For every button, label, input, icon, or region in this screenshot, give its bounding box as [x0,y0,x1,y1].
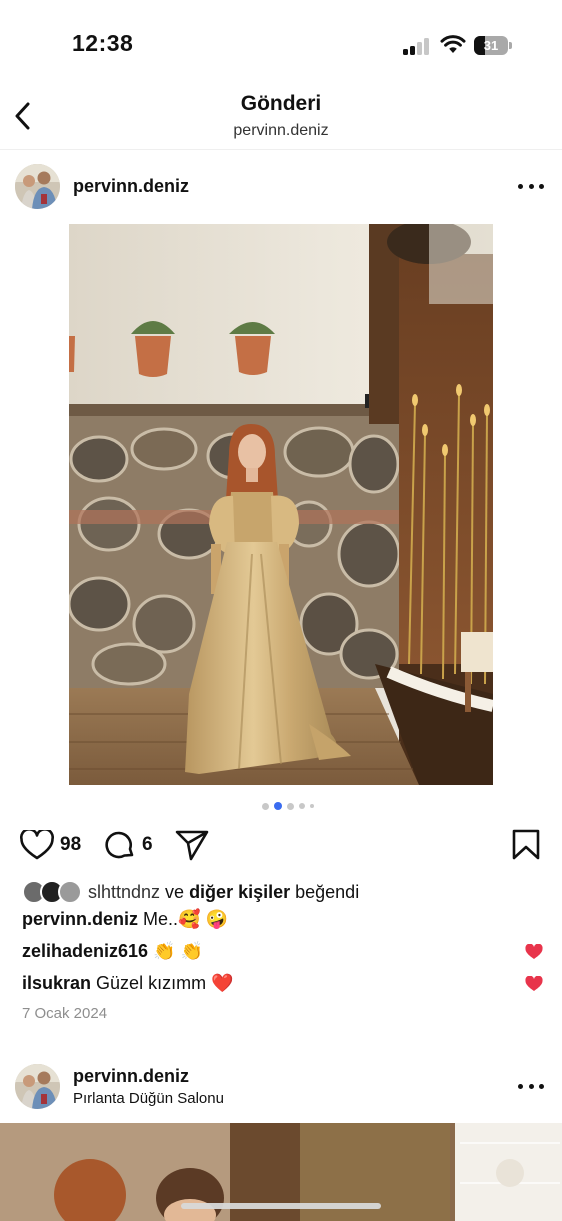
liked-by-suffix: beğendi [290,881,360,902]
heart-icon [20,830,54,860]
caption: pervinn.deniz Me..🥰 🤪 [22,909,228,930]
comment-username[interactable]: zelihadeniz616 [22,941,148,961]
carousel-indicator [262,802,314,810]
comment-icon [105,831,134,859]
comment-text: 👏 👏 [153,941,203,961]
comments-count: 6 [142,834,153,855]
more-options-button[interactable] [518,176,544,196]
status-time: 12:38 [72,30,134,56]
post-header: pervinn.deniz Pırlanta Düğün Salonu [0,1060,562,1114]
post-date: 7 Ocak 2024 [22,1005,108,1022]
liked-by-row[interactable]: slhttndnz ve diğer kişiler beğendi [22,878,359,906]
liked-by-user[interactable]: slhttndnz [88,882,160,903]
comment-username[interactable]: ilsukran [22,973,91,993]
bookmark-icon [512,829,540,860]
carousel-dot [287,802,294,810]
post-username[interactable]: pervinn.deniz [73,176,189,197]
share-button[interactable] [175,823,209,867]
post-username[interactable]: pervinn.deniz [73,1066,189,1087]
page-title: Gönderi [240,92,322,115]
carousel-dot-active [274,802,282,810]
avatar [58,880,82,904]
like-button[interactable]: 98 [20,823,81,867]
comment-button[interactable]: 6 [104,823,153,867]
status-bar: 12:38 31 [0,0,562,80]
caption-text: Me..🥰 🤪 [143,909,228,929]
post-image[interactable] [69,224,493,785]
liked-by-others[interactable]: diğer kişiler [189,882,290,903]
liked-by-avatars [22,879,88,905]
comment-like-icon[interactable] [525,944,543,960]
comment-text: Güzel kızımm ❤️ [96,973,234,993]
liked-by-connector: ve [160,881,190,902]
caption-username[interactable]: pervinn.deniz [22,909,138,929]
share-icon [175,830,209,861]
carousel-dot [299,803,305,809]
avatar[interactable] [15,164,60,209]
battery-icon: 31 [474,36,512,55]
signal-icon [403,37,431,55]
comment-row: zelihadeniz616 👏 👏 [22,941,203,962]
comment-like-icon[interactable] [525,976,543,992]
post-header: pervinn.deniz [0,160,562,214]
more-horizontal-icon [518,1083,523,1089]
more-horizontal-icon [518,183,523,189]
battery-level: 31 [483,38,499,53]
wifi-icon [440,34,466,54]
avatar[interactable] [15,1064,60,1109]
save-button[interactable] [512,823,540,867]
page-subtitle[interactable]: pervinn.deniz [0,122,562,140]
post-actions: 98 6 [0,823,562,867]
more-options-button[interactable] [518,1076,544,1096]
home-indicator [181,1203,381,1209]
carousel-dot [310,804,314,808]
likes-count: 98 [60,834,82,855]
post-page-header: Gönderi pervinn.deniz [0,80,562,150]
post-location[interactable]: Pırlanta Düğün Salonu [73,1090,224,1107]
carousel-dot [262,802,269,810]
comment-row: ilsukran Güzel kızımm ❤️ [22,973,233,994]
